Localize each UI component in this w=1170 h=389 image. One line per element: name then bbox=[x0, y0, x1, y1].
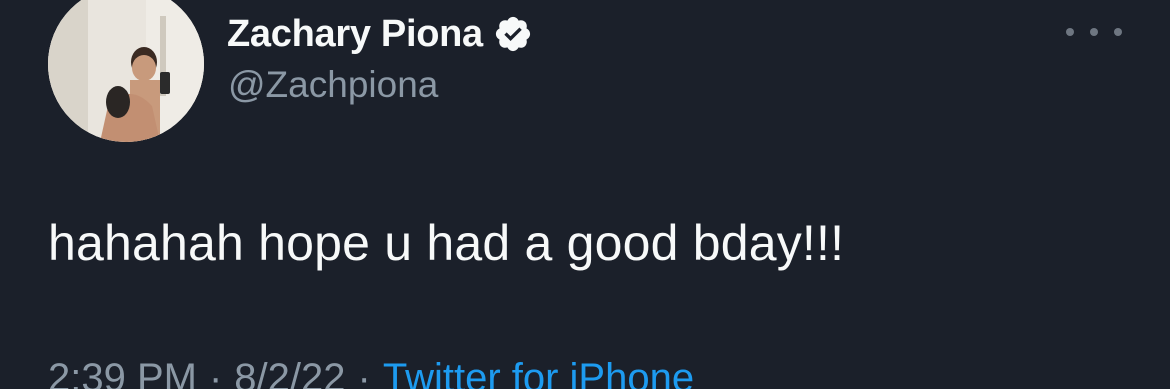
meta-separator: · bbox=[357, 356, 371, 389]
avatar-photo bbox=[48, 0, 204, 142]
tweet-source-link[interactable]: Twitter for iPhone bbox=[383, 356, 694, 389]
author-handle[interactable]: @Zachpiona bbox=[228, 64, 438, 106]
tweet: Zachary Piona @Zachpiona hahahah hope u … bbox=[0, 0, 1170, 389]
more-options-icon[interactable] bbox=[1066, 18, 1122, 46]
author-name-row: Zachary Piona bbox=[227, 12, 533, 56]
meta-separator: · bbox=[208, 356, 223, 389]
tweet-meta: 2:39 PM · 8/2/22 · Twitter for iPhone bbox=[48, 356, 694, 389]
more-dot bbox=[1114, 28, 1122, 36]
avatar[interactable] bbox=[48, 0, 204, 142]
tweet-text: hahahah hope u had a good bday!!! bbox=[48, 215, 845, 271]
author-display-name[interactable]: Zachary Piona bbox=[227, 13, 483, 56]
verified-badge-icon bbox=[493, 14, 533, 54]
more-dot bbox=[1090, 28, 1098, 36]
tweet-time[interactable]: 2:39 PM bbox=[48, 356, 197, 389]
tweet-date[interactable]: 8/2/22 bbox=[234, 356, 345, 389]
more-dot bbox=[1066, 28, 1074, 36]
